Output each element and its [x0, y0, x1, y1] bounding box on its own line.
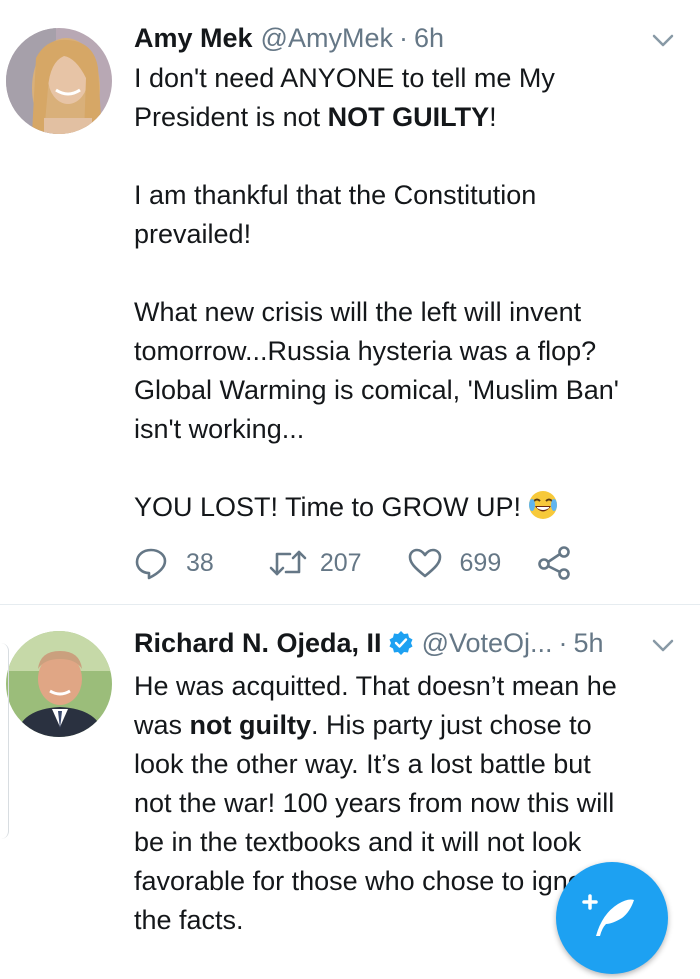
heart-icon: [408, 548, 441, 578]
share-button[interactable]: [537, 546, 571, 580]
tweet-line: look the other way. It’s a lost battle b…: [134, 749, 591, 779]
tweet-line: What new crisis will the left will inven…: [134, 297, 582, 327]
compose-tweet-button[interactable]: [556, 862, 668, 974]
tweet-line: I am thankful that the Constitution: [134, 180, 537, 210]
reply-count: 38: [186, 548, 214, 577]
tweet-text: I don't need ANYONE to tell me My Presid…: [134, 59, 686, 527]
verified-badge-icon: [389, 631, 413, 655]
tweet-line: be in the textbooks and it will not look: [134, 827, 582, 857]
share-icon: [538, 546, 571, 580]
tweet-line: isn't working...: [134, 414, 305, 444]
tweet-line: Global Warming is comical, 'Muslim Ban': [134, 375, 619, 405]
author-name[interactable]: Richard N. Ojeda, II: [134, 628, 382, 659]
retweet-icon: [269, 550, 307, 576]
tweet-line: I don't need ANYONE to tell me My: [134, 63, 555, 93]
tweet-line: not the war! 100 years from now this wil…: [134, 788, 615, 818]
retweet-button[interactable]: 207: [268, 548, 362, 578]
tweet-line: was not guilty. His party just chose to: [134, 710, 592, 740]
timestamp[interactable]: 5h: [574, 628, 604, 659]
bold-text: not guilty: [189, 710, 312, 740]
tweet-line: tomorrow...Russia hysteria was a flop?: [134, 336, 597, 366]
author-handle[interactable]: @AmyMek: [261, 23, 393, 54]
avatar[interactable]: [6, 631, 112, 737]
compose-tweet-icon: [582, 894, 634, 936]
tweet-line: prevailed!: [134, 219, 252, 249]
chevron-down-icon[interactable]: [652, 34, 674, 48]
tweet-line: YOU LOST! Time to GROW UP!: [134, 488, 686, 527]
timestamp[interactable]: 6h: [414, 23, 444, 54]
author-handle[interactable]: @VoteOj...: [422, 628, 553, 659]
tweet[interactable]: Amy Mek @AmyMek · 6h I don't need ANYONE…: [0, 0, 700, 605]
like-count: 699: [459, 548, 502, 577]
separator-dot: ·: [558, 627, 568, 658]
retweet-count: 207: [319, 548, 362, 577]
like-button[interactable]: 699: [408, 548, 502, 578]
side-panel-edge: [0, 643, 9, 839]
avatar[interactable]: [6, 28, 112, 134]
tweet-line: He was acquitted. That doesn’t mean he: [134, 671, 617, 701]
tweet-line: President is not NOT GUILTY!: [134, 102, 497, 132]
author-name[interactable]: Amy Mek: [134, 23, 253, 54]
face-with-tears-of-joy-icon: [529, 491, 558, 519]
bold-text: NOT GUILTY: [327, 102, 490, 132]
tweet-actions: 38 207 699: [134, 543, 571, 583]
separator-dot: ·: [398, 22, 408, 53]
tweet-header: Richard N. Ojeda, II @VoteOj... · 5h: [134, 625, 680, 661]
chevron-down-icon[interactable]: [652, 639, 674, 653]
reply-button[interactable]: 38: [134, 546, 214, 580]
reply-icon: [135, 548, 167, 580]
tweet-header: Amy Mek @AmyMek · 6h: [134, 20, 680, 56]
